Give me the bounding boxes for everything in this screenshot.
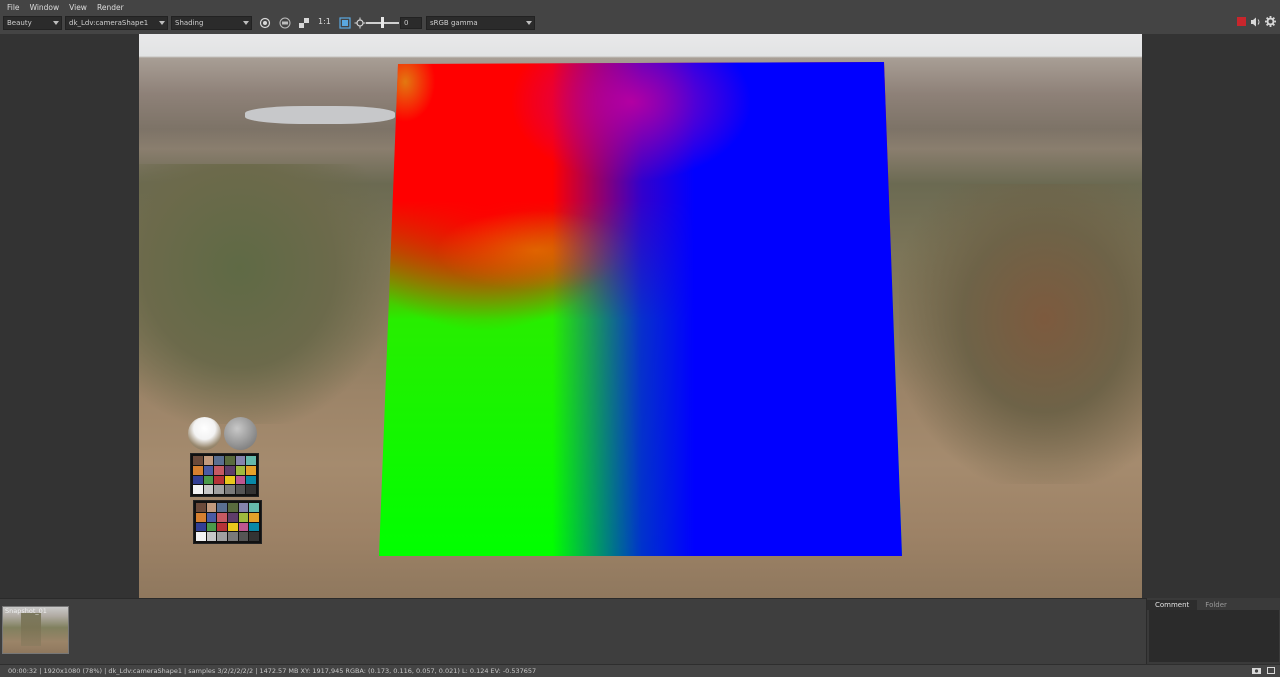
menu-render[interactable]: Render (97, 3, 124, 12)
checker-swatch (193, 456, 203, 465)
stop-icon[interactable] (1237, 17, 1246, 26)
exposure-slider-handle[interactable] (381, 17, 384, 28)
checker-swatch (228, 532, 238, 541)
checker-swatch (249, 532, 259, 541)
checker-swatch (228, 522, 238, 532)
region-icon[interactable] (279, 17, 291, 29)
checker-swatch (246, 475, 256, 485)
ipr-icon[interactable] (259, 17, 271, 29)
checker-swatch (246, 456, 256, 465)
checker-swatch (196, 532, 206, 541)
snapshot-thumbnail[interactable]: Snapshot_01 (2, 606, 69, 654)
side-panel-tabs: Comment Folder (1147, 600, 1235, 610)
comment-textarea[interactable] (1149, 610, 1279, 662)
camera-dropdown[interactable]: dk_Ldv:cameraShape1 (65, 16, 168, 30)
status-bar: 00:00:32 | 1920x1080 (78%) | dk_Ldv:came… (0, 664, 1280, 677)
view-transform-dropdown[interactable]: sRGB gamma (426, 16, 535, 30)
checker-swatch (225, 485, 235, 494)
checker-swatch (196, 522, 206, 532)
checker-swatch (206, 512, 217, 522)
checker-swatch (225, 456, 235, 465)
snapshot-strip: Snapshot_01 (0, 598, 1146, 664)
checker-swatch (203, 465, 214, 475)
checker-swatch (238, 512, 249, 522)
checker-swatch (196, 503, 206, 512)
tab-folder[interactable]: Folder (1197, 600, 1235, 610)
debug-mode-dropdown[interactable]: Shading (171, 16, 252, 30)
background-bushes-right (899, 184, 1142, 484)
sound-icon[interactable] (1250, 17, 1261, 27)
checker-swatch (235, 456, 246, 465)
crop-icon[interactable] (339, 17, 351, 29)
checker-swatch (249, 512, 259, 522)
chevron-down-icon (53, 21, 59, 25)
checker-swatch (228, 512, 238, 522)
view-transform-value: sRGB gamma (430, 19, 478, 27)
checker-swatch (214, 465, 224, 475)
snapshot-side-panel: Comment Folder (1146, 598, 1280, 664)
tab-comment[interactable]: Comment (1147, 600, 1198, 610)
chevron-down-icon (159, 21, 165, 25)
menu-file[interactable]: File (7, 3, 20, 12)
checker-swatch (238, 532, 249, 541)
checker-swatch (206, 503, 217, 512)
rendered-image[interactable] (139, 34, 1142, 598)
expand-icon[interactable] (1267, 667, 1275, 674)
checker-swatch (217, 522, 227, 532)
checker-swatch (193, 485, 203, 494)
checker-swatch (238, 522, 249, 532)
settings-icon[interactable] (1265, 16, 1276, 27)
checker-swatch (246, 485, 256, 494)
checker-swatch (235, 485, 246, 494)
exposure-field[interactable]: 0 (400, 17, 422, 29)
checker-swatch (193, 465, 203, 475)
menu-bar: File Window View Render (0, 0, 1280, 14)
checker-swatch (206, 532, 217, 541)
chevron-down-icon (243, 21, 249, 25)
camera-dropdown-value: dk_Ldv:cameraShape1 (69, 19, 149, 27)
checker-swatch (206, 522, 217, 532)
checker-swatch (203, 475, 214, 485)
checker-swatch (214, 485, 224, 494)
checker-swatch (217, 503, 227, 512)
render-viewport[interactable] (0, 34, 1280, 598)
grey-ball (224, 417, 257, 450)
right-toolbar (1237, 16, 1276, 27)
shaded-plane (379, 62, 902, 556)
checker-swatch (235, 475, 246, 485)
checker-swatch (246, 465, 256, 475)
checker-swatch (193, 475, 203, 485)
checker-swatch (228, 503, 238, 512)
exposure-icon (354, 17, 366, 29)
toolbar: Beauty dk_Ldv:cameraShape1 Shading 1:1 0… (0, 14, 1280, 34)
checker-swatch (249, 522, 259, 532)
checker-swatch (217, 532, 227, 541)
snapshot-label: Snapshot_01 (5, 607, 47, 615)
background-bushes-left (139, 164, 389, 424)
aov-dropdown[interactable]: Beauty (3, 16, 62, 30)
checker-swatch (203, 485, 214, 494)
checker-swatch (214, 456, 224, 465)
checker-swatch (225, 465, 235, 475)
chevron-down-icon (526, 21, 532, 25)
menu-window[interactable]: Window (30, 3, 60, 12)
background-lake (245, 106, 395, 124)
checker-swatch (235, 465, 246, 475)
checker-swatch (217, 512, 227, 522)
ratio-label[interactable]: 1:1 (318, 17, 331, 26)
color-checker (193, 500, 262, 544)
debug-mode-dropdown-value: Shading (175, 19, 204, 27)
color-checker (190, 453, 259, 497)
aov-dropdown-value: Beauty (7, 19, 32, 27)
checker-swatch (249, 503, 259, 512)
chrome-ball (188, 417, 221, 450)
checker-swatch (196, 512, 206, 522)
menu-view[interactable]: View (69, 3, 87, 12)
camera-icon[interactable] (1252, 667, 1261, 674)
checker-swatch (203, 456, 214, 465)
checker-swatch (238, 503, 249, 512)
checker-swatch (214, 475, 224, 485)
checker-swatch (225, 475, 235, 485)
channel-icon[interactable] (298, 17, 310, 29)
